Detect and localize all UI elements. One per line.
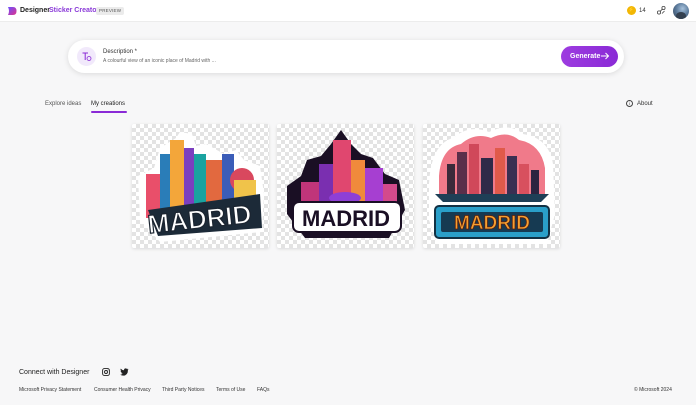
footer-link-terms[interactable]: Terms of Use — [216, 387, 245, 393]
app-name[interactable]: Sticker Creator — [49, 7, 99, 14]
footer-link-privacy[interactable]: Microsoft Privacy Statement — [19, 387, 81, 393]
footer-link-health-privacy[interactable]: Consumer Health Privacy — [94, 387, 151, 393]
sticker-card[interactable]: MADRID — [277, 124, 414, 248]
user-avatar[interactable] — [673, 3, 689, 19]
generate-label: Generate — [570, 53, 601, 60]
coin-count[interactable]: 14 — [639, 8, 646, 14]
share-icon[interactable] — [656, 5, 667, 16]
copyright: © Microsoft 2024 — [634, 387, 672, 393]
tab-my-creations[interactable]: My creations — [91, 101, 125, 107]
about-label: About — [637, 100, 653, 107]
sticker-card[interactable]: MADRID — [132, 124, 269, 248]
text-prompt-icon — [77, 47, 96, 66]
prompt-card: Description * A colourful view of an ico… — [68, 40, 624, 73]
active-tab-indicator — [91, 111, 127, 113]
tab-explore-ideas[interactable]: Explore ideas — [45, 101, 81, 107]
twitter-icon[interactable] — [120, 368, 129, 376]
info-icon: i — [626, 100, 633, 107]
preview-badge: PREVIEW — [96, 7, 125, 15]
top-bar: Designer Sticker Creator PREVIEW ⚡ 14 — [0, 0, 696, 22]
arrow-right-icon — [601, 52, 610, 60]
coin-icon[interactable]: ⚡ — [627, 6, 636, 15]
brand-name[interactable]: Designer — [20, 7, 50, 14]
sticker-image — [287, 130, 405, 238]
sticker-card[interactable]: MADRID — [423, 124, 560, 248]
footer-link-third-party[interactable]: Third Party Notices — [162, 387, 205, 393]
description-input[interactable]: A colourful view of an iconic place of M… — [103, 58, 216, 64]
sticker-image — [429, 127, 555, 244]
about-link[interactable]: i About — [626, 100, 653, 107]
designer-logo-icon[interactable] — [7, 6, 17, 16]
footer-link-faqs[interactable]: FAQs — [257, 387, 270, 393]
connect-with-designer: Connect with Designer — [19, 369, 90, 376]
sticker-image — [138, 132, 264, 242]
generate-button[interactable]: Generate — [561, 46, 618, 67]
description-label: Description * — [103, 49, 138, 55]
instagram-icon[interactable] — [102, 368, 110, 376]
